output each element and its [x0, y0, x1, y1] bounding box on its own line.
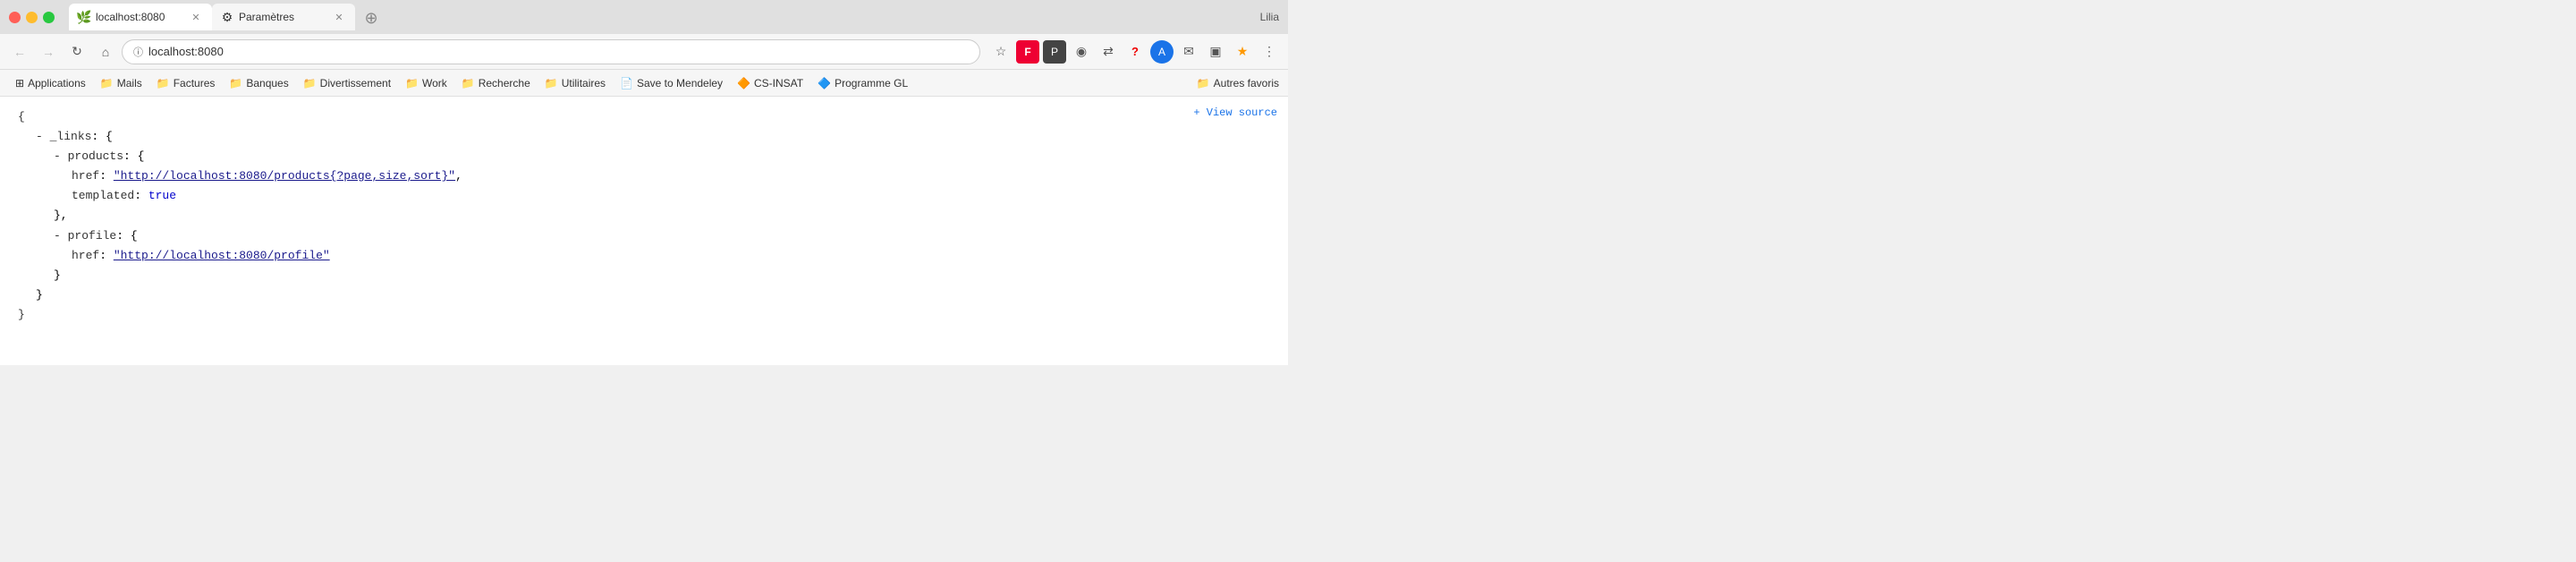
tab-parametres[interactable]: ⚙ Paramètres ✕ — [212, 4, 355, 30]
bookmark-label-mails: Mails — [117, 77, 142, 89]
extension-icon-2[interactable]: ⇄ — [1097, 40, 1120, 64]
bookmark-label-divertissement: Divertissement — [320, 77, 391, 89]
forward-button[interactable]: → — [36, 39, 61, 64]
star-icon[interactable]: ☆ — [989, 40, 1013, 64]
programme-gl-icon: 🔷 — [818, 77, 831, 89]
bookmark-label-applications: Applications — [28, 77, 86, 89]
folder-icon-divertissement: 📁 — [303, 77, 317, 89]
close-button[interactable] — [9, 12, 21, 23]
tab-favicon-1: 🌿 — [78, 11, 90, 23]
json-line-4: href: "http://localhost:8080/products{?p… — [18, 166, 1270, 186]
doc-icon-mendeley: 📄 — [620, 77, 633, 89]
reload-button[interactable]: ↻ — [64, 39, 89, 64]
bookmark-label-recherche: Recherche — [479, 77, 530, 89]
bookmark-label-mendeley: Save to Mendeley — [637, 77, 723, 89]
bookmarks-bar: ⊞ Applications 📁 Mails 📁 Factures 📁 Banq… — [0, 70, 1288, 97]
json-line-10: } — [18, 285, 1270, 305]
folder-icon-utilitaires: 📁 — [545, 77, 558, 89]
folder-icon-work: 📁 — [405, 77, 419, 89]
bookmark-label-factures: Factures — [174, 77, 216, 89]
folder-icon-banques: 📁 — [229, 77, 242, 89]
menu-icon[interactable]: ⋮ — [1258, 40, 1281, 64]
pocket-icon[interactable]: P — [1043, 40, 1066, 64]
content-area: + View source { - _links: { - products: … — [0, 97, 1288, 365]
view-source-link[interactable]: + View source — [1193, 104, 1277, 122]
mail-icon[interactable]: ✉ — [1177, 40, 1200, 64]
extension-icon-1[interactable]: ◉ — [1070, 40, 1093, 64]
extension-icon-3[interactable]: ? — [1123, 40, 1147, 64]
json-line-2: - _links: { — [18, 127, 1270, 147]
title-bar: 🌿 localhost:8080 ✕ ⚙ Paramètres ✕ ⊕ Lili… — [0, 0, 1288, 34]
tab-close-2[interactable]: ✕ — [332, 10, 346, 24]
bookmark-applications[interactable]: ⊞ Applications — [9, 74, 92, 92]
tab-close-1[interactable]: ✕ — [189, 10, 203, 24]
profile-href-link[interactable]: "http://localhost:8080/profile" — [114, 249, 330, 262]
bookmark-mails[interactable]: 📁 Mails — [94, 74, 148, 92]
back-button[interactable]: ← — [7, 39, 32, 64]
flipboard-icon[interactable]: F — [1016, 40, 1039, 64]
cs-insat-icon: 🔶 — [737, 77, 750, 89]
nav-bar: ← → ↻ ⌂ ⓘ ☆ F P ◉ ⇄ ? A ✉ ▣ ★ ⋮ — [0, 34, 1288, 70]
bookmark-divertissement[interactable]: 📁 Divertissement — [297, 74, 397, 92]
tab-localhost[interactable]: 🌿 localhost:8080 ✕ — [69, 4, 212, 30]
nav-right-icons: ☆ F P ◉ ⇄ ? A ✉ ▣ ★ ⋮ — [989, 40, 1281, 64]
bookmark-label-programme-gl: Programme GL — [835, 77, 908, 89]
folder-icon-recherche: 📁 — [462, 77, 475, 89]
json-line-9: } — [18, 266, 1270, 285]
bookmark-utilitaires[interactable]: 📁 Utilitaires — [538, 74, 612, 92]
bookmark-label-banques: Banques — [246, 77, 288, 89]
autres-favoris-link[interactable]: 📁 Autres favoris — [1197, 77, 1279, 89]
extension-icon-5[interactable]: ★ — [1231, 40, 1254, 64]
home-button[interactable]: ⌂ — [93, 39, 118, 64]
view-source-label: + View source — [1193, 104, 1277, 122]
json-line-7: - profile: { — [18, 226, 1270, 246]
user-label: Lilia — [1260, 11, 1279, 23]
folder-icon-autres: 📁 — [1197, 77, 1210, 89]
maximize-button[interactable] — [43, 12, 55, 23]
traffic-lights — [9, 12, 55, 23]
tabs-area: 🌿 localhost:8080 ✕ ⚙ Paramètres ✕ ⊕ — [69, 4, 1279, 30]
bookmark-label-utilitaires: Utilitaires — [562, 77, 606, 89]
applications-icon: ⊞ — [15, 77, 24, 89]
json-line-8: href: "http://localhost:8080/profile" — [18, 246, 1270, 266]
tab-title-2: Paramètres — [239, 11, 326, 23]
bookmark-recherche[interactable]: 📁 Recherche — [455, 74, 537, 92]
bookmark-banques[interactable]: 📁 Banques — [223, 74, 294, 92]
tab-favicon-2: ⚙ — [221, 11, 233, 23]
address-input[interactable] — [148, 45, 969, 58]
lock-icon: ⓘ — [133, 45, 143, 59]
json-line-1: { — [18, 107, 1270, 127]
bookmarks-bar-right: 📁 Autres favoris — [1197, 77, 1279, 89]
products-href-link[interactable]: "http://localhost:8080/products{?page,si… — [114, 169, 455, 183]
json-line-6: }, — [18, 206, 1270, 226]
new-tab-button[interactable]: ⊕ — [359, 5, 384, 30]
json-line-11: } — [18, 305, 1270, 325]
tab-title-1: localhost:8080 — [96, 11, 183, 23]
bookmark-cs-insat[interactable]: 🔶 CS-INSAT — [731, 74, 809, 92]
bookmark-label-work: Work — [422, 77, 447, 89]
bookmark-mendeley[interactable]: 📄 Save to Mendeley — [614, 74, 729, 92]
folder-icon-mails: 📁 — [100, 77, 114, 89]
extension-icon-4[interactable]: ▣ — [1204, 40, 1227, 64]
minimize-button[interactable] — [26, 12, 38, 23]
address-bar[interactable]: ⓘ — [122, 39, 980, 64]
json-line-3: - products: { — [18, 147, 1270, 166]
bookmark-work[interactable]: 📁 Work — [399, 74, 453, 92]
bookmark-programme-gl[interactable]: 🔷 Programme GL — [811, 74, 914, 92]
bookmark-label-cs-insat: CS-INSAT — [754, 77, 803, 89]
folder-icon-factures: 📁 — [157, 77, 170, 89]
json-line-5: templated: true — [18, 186, 1270, 206]
bookmark-factures[interactable]: 📁 Factures — [150, 74, 222, 92]
account-icon[interactable]: A — [1150, 40, 1174, 64]
autres-favoris-label: Autres favoris — [1214, 77, 1279, 89]
